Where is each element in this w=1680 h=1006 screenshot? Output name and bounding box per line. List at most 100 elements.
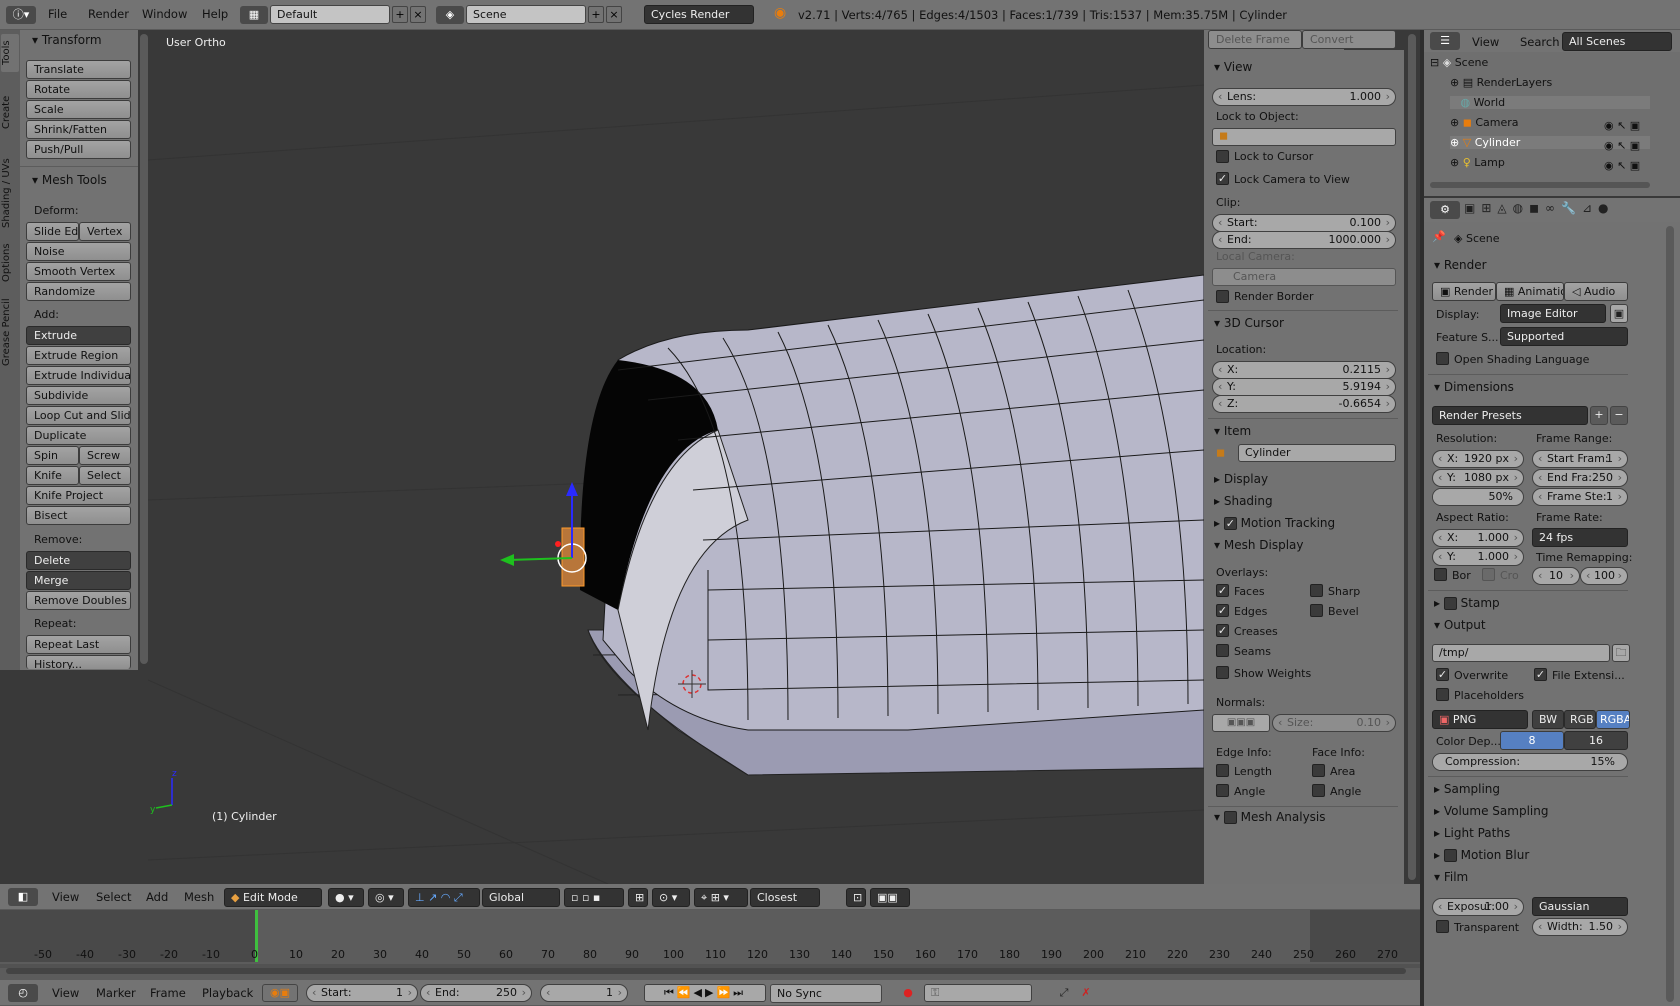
placeholders-checkbox[interactable] <box>1436 688 1449 701</box>
outliner-editor-icon[interactable]: ☰ <box>1430 32 1460 50</box>
menu-help[interactable]: Help <box>202 7 228 21</box>
subdivide-button[interactable]: Subdivide <box>26 386 131 405</box>
normal-size-field[interactable]: Size: 0.10 <box>1272 714 1396 732</box>
cursor-z-field[interactable]: Z: -0.6654 <box>1212 395 1396 413</box>
extrude-region-button[interactable]: Extrude Region <box>26 346 131 365</box>
keying-set-field[interactable]: ⚿ <box>924 984 1032 1002</box>
snap-target-dropdown[interactable]: Closest <box>750 888 820 907</box>
stamp-header[interactable]: ▸ Stamp <box>1434 596 1500 610</box>
outliner-item[interactable]: ⊟ ◈ Scene <box>1430 56 1488 69</box>
outliner-filter-dropdown[interactable]: All Scenes <box>1562 32 1672 51</box>
rotate-button[interactable]: Rotate <box>26 80 131 99</box>
tab-grease-pencil[interactable]: Grease Pencil <box>1 292 19 372</box>
convert-button[interactable]: Convert <box>1302 30 1396 49</box>
outliner-menu-view[interactable]: View <box>1472 35 1499 49</box>
occlude-icon[interactable]: ⊞ <box>628 888 648 907</box>
res-x-field[interactable]: X: 1920 px <box>1432 450 1524 468</box>
menu-window[interactable]: Window <box>142 7 187 21</box>
info-editor-icon[interactable]: ⓘ▾ <box>6 6 36 24</box>
remove-doubles-button[interactable]: Remove Doubles <box>26 591 131 610</box>
bw-button[interactable]: BW <box>1532 710 1564 729</box>
current-frame-field[interactable]: 1 <box>540 984 628 1002</box>
local-camera-field[interactable]: Camera <box>1212 268 1396 286</box>
menu-file[interactable]: File <box>48 7 67 21</box>
sharp-checkbox[interactable] <box>1310 584 1323 597</box>
repeat-last-button[interactable]: Repeat Last <box>26 635 131 654</box>
depth-16-button[interactable]: 16 <box>1564 731 1628 750</box>
frame-rate-dropdown[interactable]: 24 fps <box>1532 528 1628 547</box>
menu-view[interactable]: View <box>52 890 79 904</box>
display-header[interactable]: ▸ Display <box>1214 472 1268 486</box>
light-paths-header[interactable]: ▸ Light Paths <box>1434 826 1510 840</box>
res-percent-slider[interactable]: 50% <box>1432 488 1524 506</box>
outliner-item[interactable]: ⊕ ♀ Lamp <box>1450 156 1505 169</box>
layout-icon[interactable]: ▦ <box>240 6 268 24</box>
remove-layout-icon[interactable]: × <box>410 6 426 23</box>
scene-icon[interactable]: ◈ <box>436 6 464 24</box>
loop-cut-button[interactable]: Loop Cut and Slide <box>26 406 131 425</box>
motion-tracking-header[interactable]: ▸ ✓ Motion Tracking <box>1214 516 1335 530</box>
view-header[interactable]: ▾ View <box>1214 60 1252 74</box>
creases-checkbox[interactable]: ✓ <box>1216 624 1229 637</box>
file-format-dropdown[interactable]: ▣ PNG <box>1432 710 1528 729</box>
frame-step-field[interactable]: Frame Ste:1 <box>1532 488 1628 506</box>
end-frame-field[interactable]: End Fra:250 <box>1532 469 1628 487</box>
clip-start-field[interactable]: Start: 0.100 <box>1212 214 1396 232</box>
merge-dropdown[interactable]: Merge <box>26 571 131 590</box>
duplicate-button[interactable]: Duplicate <box>26 426 131 445</box>
edge-angle-checkbox[interactable] <box>1216 784 1229 797</box>
history-button[interactable]: History... <box>26 655 131 669</box>
translate-button[interactable]: Translate <box>26 60 131 79</box>
knife-project-button[interactable]: Knife Project <box>26 486 131 505</box>
timeline-menu-marker[interactable]: Marker <box>96 986 136 1000</box>
pixel-filter-dropdown[interactable]: Gaussian <box>1532 897 1628 916</box>
record-icon[interactable]: ● <box>898 984 918 1002</box>
noise-button[interactable]: Noise <box>26 242 131 261</box>
mesh-analysis-checkbox[interactable] <box>1223 811 1237 824</box>
playback-controls[interactable]: ⏮⏪◀▶⏩⏭ <box>644 984 766 1002</box>
add-preset-icon[interactable]: + <box>1590 406 1608 425</box>
lock-object-field[interactable]: ◼ <box>1212 128 1396 146</box>
crop-checkbox[interactable] <box>1482 568 1495 581</box>
filter-width-field[interactable]: Width: 1.50 <box>1532 918 1628 936</box>
display-window-icon[interactable]: ▣ <box>1610 304 1628 323</box>
lens-field[interactable]: Lens: 1.000 <box>1212 88 1396 106</box>
face-area-checkbox[interactable] <box>1312 764 1325 777</box>
proportional-dropdown[interactable]: ⊙ ▾ <box>652 888 690 907</box>
timeline-menu-playback[interactable]: Playback <box>202 986 253 1000</box>
scale-button[interactable]: Scale <box>26 100 131 119</box>
smooth-vertex-button[interactable]: Smooth Vertex <box>26 262 131 281</box>
display-dropdown[interactable]: Image Editor <box>1500 304 1606 323</box>
mesh-analysis-header[interactable]: ▾ Mesh Analysis <box>1214 810 1326 824</box>
shading-dropdown[interactable]: ● ▾ <box>328 888 364 907</box>
delete-dropdown[interactable]: Delete <box>26 551 131 570</box>
item-header[interactable]: ▾ Item <box>1214 424 1251 438</box>
scene-field[interactable]: Scene <box>466 5 586 24</box>
snap-options-icon[interactable]: ⊡ <box>846 888 866 907</box>
motion-blur-header[interactable]: ▸ Motion Blur <box>1434 848 1529 862</box>
depth-8-button[interactable]: 8 <box>1500 731 1564 750</box>
aspect-x-field[interactable]: X: 1.000 <box>1432 529 1524 547</box>
motion-blur-checkbox[interactable] <box>1443 849 1457 862</box>
context-tabs[interactable]: ▣⊞◬◍◼∞🔧⊿● <box>1464 201 1676 219</box>
remap-old-field[interactable]: 10 <box>1532 567 1580 585</box>
tab-tools[interactable]: Tools <box>1 34 19 72</box>
outliner-item[interactable]: ⊕ ▤ RenderLayers <box>1450 76 1552 89</box>
extrude-dropdown[interactable]: Extrude <box>26 326 131 345</box>
screw-button[interactable]: Screw <box>79 446 131 465</box>
push-pull-button[interactable]: Push/Pull <box>26 140 131 159</box>
remap-new-field[interactable]: 100 <box>1580 567 1628 585</box>
add-scene-icon[interactable]: + <box>588 6 604 23</box>
timeline-menu-frame[interactable]: Frame <box>150 986 186 1000</box>
faces-checkbox[interactable]: ✓ <box>1216 584 1229 597</box>
render-border-checkbox[interactable] <box>1216 290 1229 303</box>
cursor-header[interactable]: ▾ 3D Cursor <box>1214 316 1284 330</box>
transparent-checkbox[interactable] <box>1436 920 1449 933</box>
normals-vertex-icon[interactable]: ▣▣▣ <box>1212 714 1270 732</box>
randomize-button[interactable]: Randomize <box>26 282 131 301</box>
mesh-tools-header[interactable]: ▾ Mesh Tools <box>32 173 107 187</box>
manipulator-icons[interactable]: ⊥ ↗ ◠ ⤢ <box>408 888 480 907</box>
aspect-y-field[interactable]: Y: 1.000 <box>1432 548 1524 566</box>
seams-checkbox[interactable] <box>1216 644 1229 657</box>
render-preview-icons[interactable]: ▣▣ <box>870 888 910 907</box>
